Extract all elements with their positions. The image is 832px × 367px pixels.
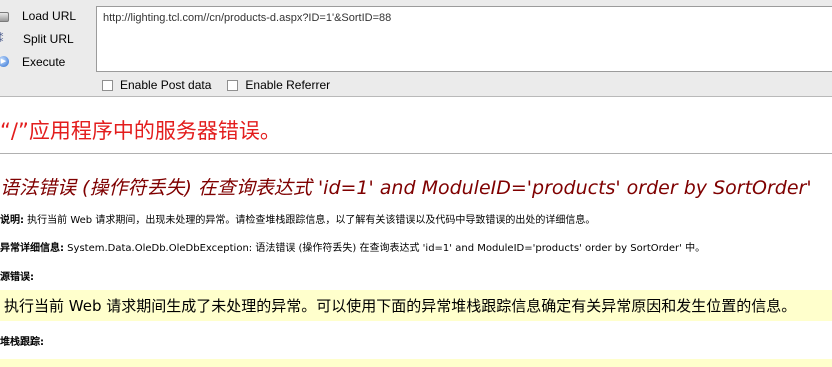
enable-referrer-option[interactable]: Enable Referrer [227, 78, 330, 92]
load-url-button[interactable]: Load URL [0, 4, 95, 27]
hackbar-actions: Load URL ⁑ Split URL ▶ Execute [0, 4, 95, 73]
url-textarea[interactable]: http://lighting.tcl.com//cn/products-d.a… [96, 6, 832, 72]
hackbar-toolbar: Load URL ⁑ Split URL ▶ Execute http://li… [0, 0, 832, 97]
stack-trace-label: 堆栈跟踪: [0, 337, 44, 348]
enable-referrer-label: Enable Referrer [245, 78, 331, 92]
page-title: “/”应用程序中的服务器错误。 [0, 119, 281, 143]
enable-referrer-checkbox[interactable] [227, 79, 239, 91]
exception-label: 异常详细信息: [0, 243, 64, 254]
description-label: 说明: [0, 215, 24, 226]
source-error-text: 执行当前 Web 请求期间生成了未处理的异常。可以使用下面的异常堆栈跟踪信息确定… [4, 297, 797, 315]
error-subtitle: 语法错误 (操作符丢失) 在查询表达式 'id=1' and ModuleID=… [0, 177, 812, 199]
split-url-button[interactable]: ⁑ Split URL [0, 27, 95, 50]
source-error-line: 源错误: [0, 268, 34, 283]
description-text: 执行当前 Web 请求期间，出现未处理的异常。请检查堆栈跟踪信息，以了解有关该错… [24, 215, 596, 226]
enable-post-data-option[interactable]: Enable Post data [102, 78, 211, 92]
enable-post-data-label: Enable Post data [120, 78, 212, 92]
load-url-label: Load URL [22, 8, 77, 23]
hackbar-options: Enable Post data Enable Referrer [102, 78, 346, 92]
source-error-box: 执行当前 Web 请求期间生成了未处理的异常。可以使用下面的异常堆栈跟踪信息确定… [0, 290, 832, 321]
execute-icon: ▶ [0, 56, 9, 67]
stack-trace-line: 堆栈跟踪: [0, 333, 44, 348]
source-error-label: 源错误: [0, 272, 34, 283]
exception-text: System.Data.OleDb.OleDbException: 语法错误 (… [64, 243, 706, 254]
split-url-icon: ⁑ [0, 32, 10, 46]
title-divider [0, 153, 832, 154]
enable-post-data-checkbox[interactable] [102, 79, 113, 91]
exception-line: 异常详细信息: System.Data.OleDb.OleDbException… [0, 239, 705, 254]
execute-button[interactable]: ▶ Execute [0, 50, 95, 73]
load-url-icon [0, 11, 9, 22]
description-line: 说明: 执行当前 Web 请求期间，出现未处理的异常。请检查堆栈跟踪信息，以了解… [0, 211, 595, 226]
execute-label: Execute [22, 54, 66, 69]
split-url-label: Split URL [23, 31, 74, 46]
